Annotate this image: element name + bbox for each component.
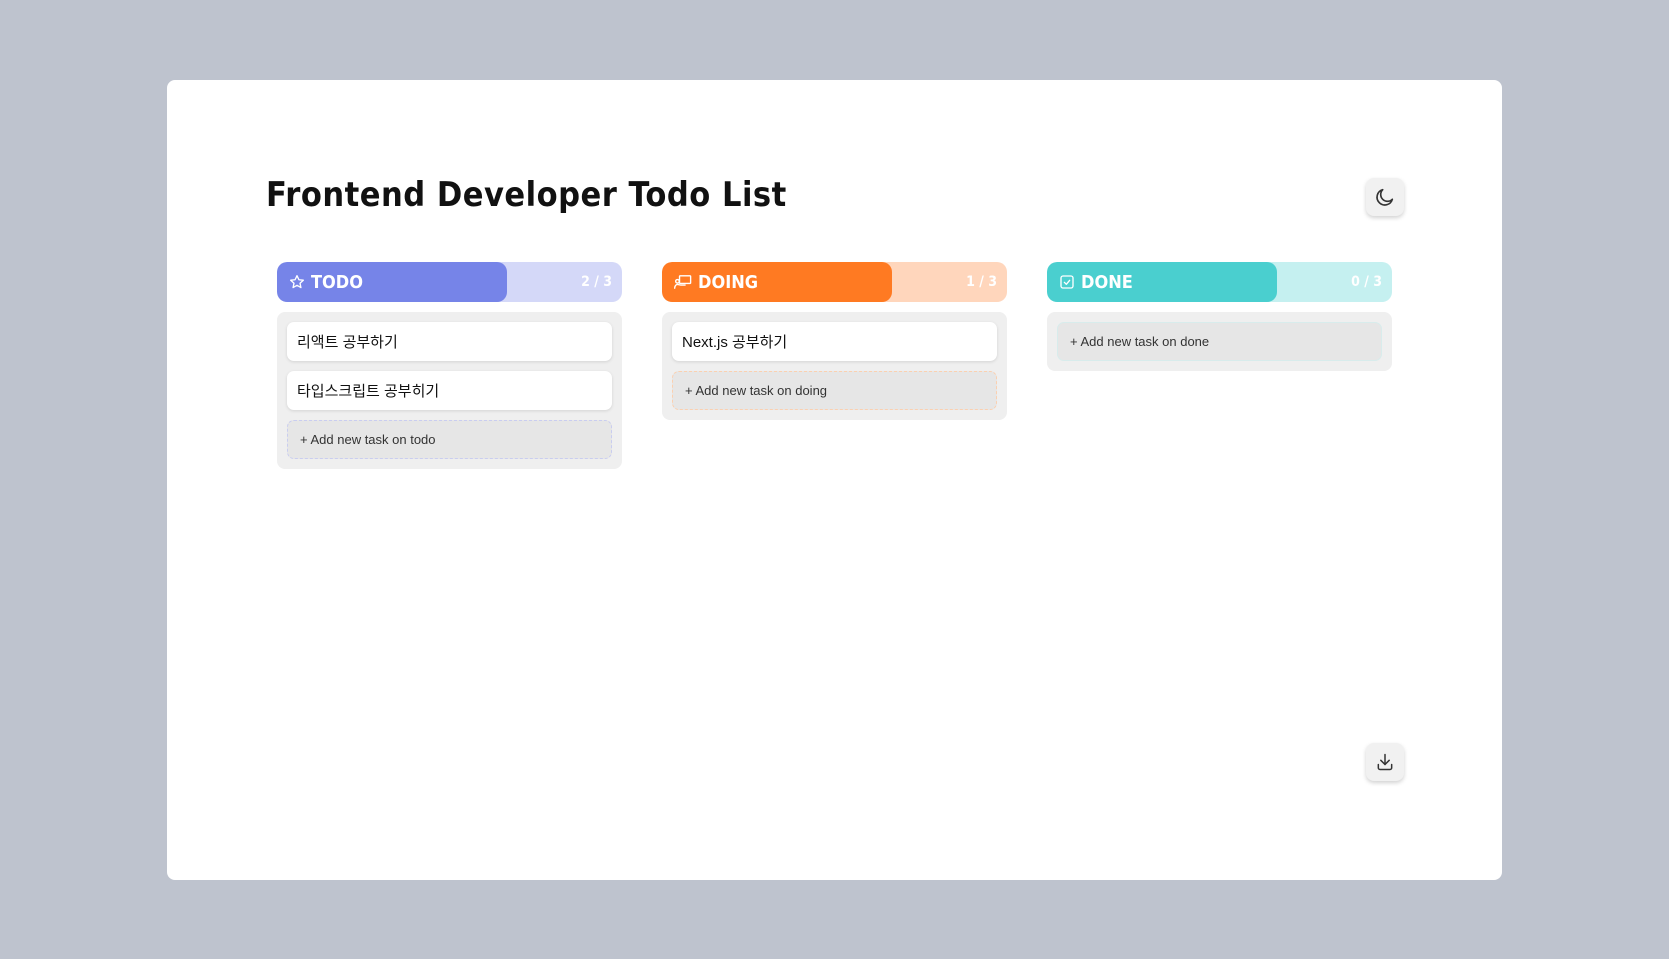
add-task-button[interactable]: + Add new task on done bbox=[1057, 322, 1382, 361]
page-title: Frontend Developer Todo List bbox=[266, 175, 787, 215]
task-list: + Add new task on done bbox=[1047, 312, 1392, 371]
task-count: 1 / 3 bbox=[966, 274, 997, 290]
app-window: Frontend Developer Todo List TODO 2 / 3 … bbox=[167, 80, 1502, 880]
column-header: DOING 1 / 3 bbox=[662, 262, 1007, 302]
task-card[interactable]: 리액트 공부하기 bbox=[287, 322, 612, 361]
column-doing: DOING 1 / 3 Next.js 공부하기 + Add new task … bbox=[662, 262, 1007, 420]
task-count: 2 / 3 bbox=[581, 274, 612, 290]
presenter-icon bbox=[674, 275, 692, 289]
moon-icon bbox=[1376, 188, 1394, 206]
task-count: 0 / 3 bbox=[1351, 274, 1382, 290]
task-card[interactable]: 타입스크립트 공부히기 bbox=[287, 371, 612, 410]
add-task-button[interactable]: + Add new task on todo bbox=[287, 420, 612, 459]
column-header: TODO 2 / 3 bbox=[277, 262, 622, 302]
column-done: DONE 0 / 3 + Add new task on done bbox=[1047, 262, 1392, 371]
add-task-button[interactable]: + Add new task on doing bbox=[672, 371, 997, 410]
download-icon bbox=[1377, 753, 1393, 771]
task-card[interactable]: Next.js 공부하기 bbox=[672, 322, 997, 361]
column-title: TODO bbox=[311, 271, 364, 293]
column-title: DOING bbox=[698, 271, 759, 293]
task-list: Next.js 공부하기 + Add new task on doing bbox=[662, 312, 1007, 420]
download-button[interactable] bbox=[1366, 743, 1404, 781]
star-icon bbox=[290, 275, 304, 289]
checkbox-icon bbox=[1060, 275, 1074, 289]
task-list: 리액트 공부하기 타입스크립트 공부히기 + Add new task on t… bbox=[277, 312, 622, 469]
theme-toggle-button[interactable] bbox=[1366, 178, 1404, 216]
column-todo: TODO 2 / 3 리액트 공부하기 타입스크립트 공부히기 + Add ne… bbox=[277, 262, 622, 469]
column-header: DONE 0 / 3 bbox=[1047, 262, 1392, 302]
column-title: DONE bbox=[1081, 271, 1133, 293]
